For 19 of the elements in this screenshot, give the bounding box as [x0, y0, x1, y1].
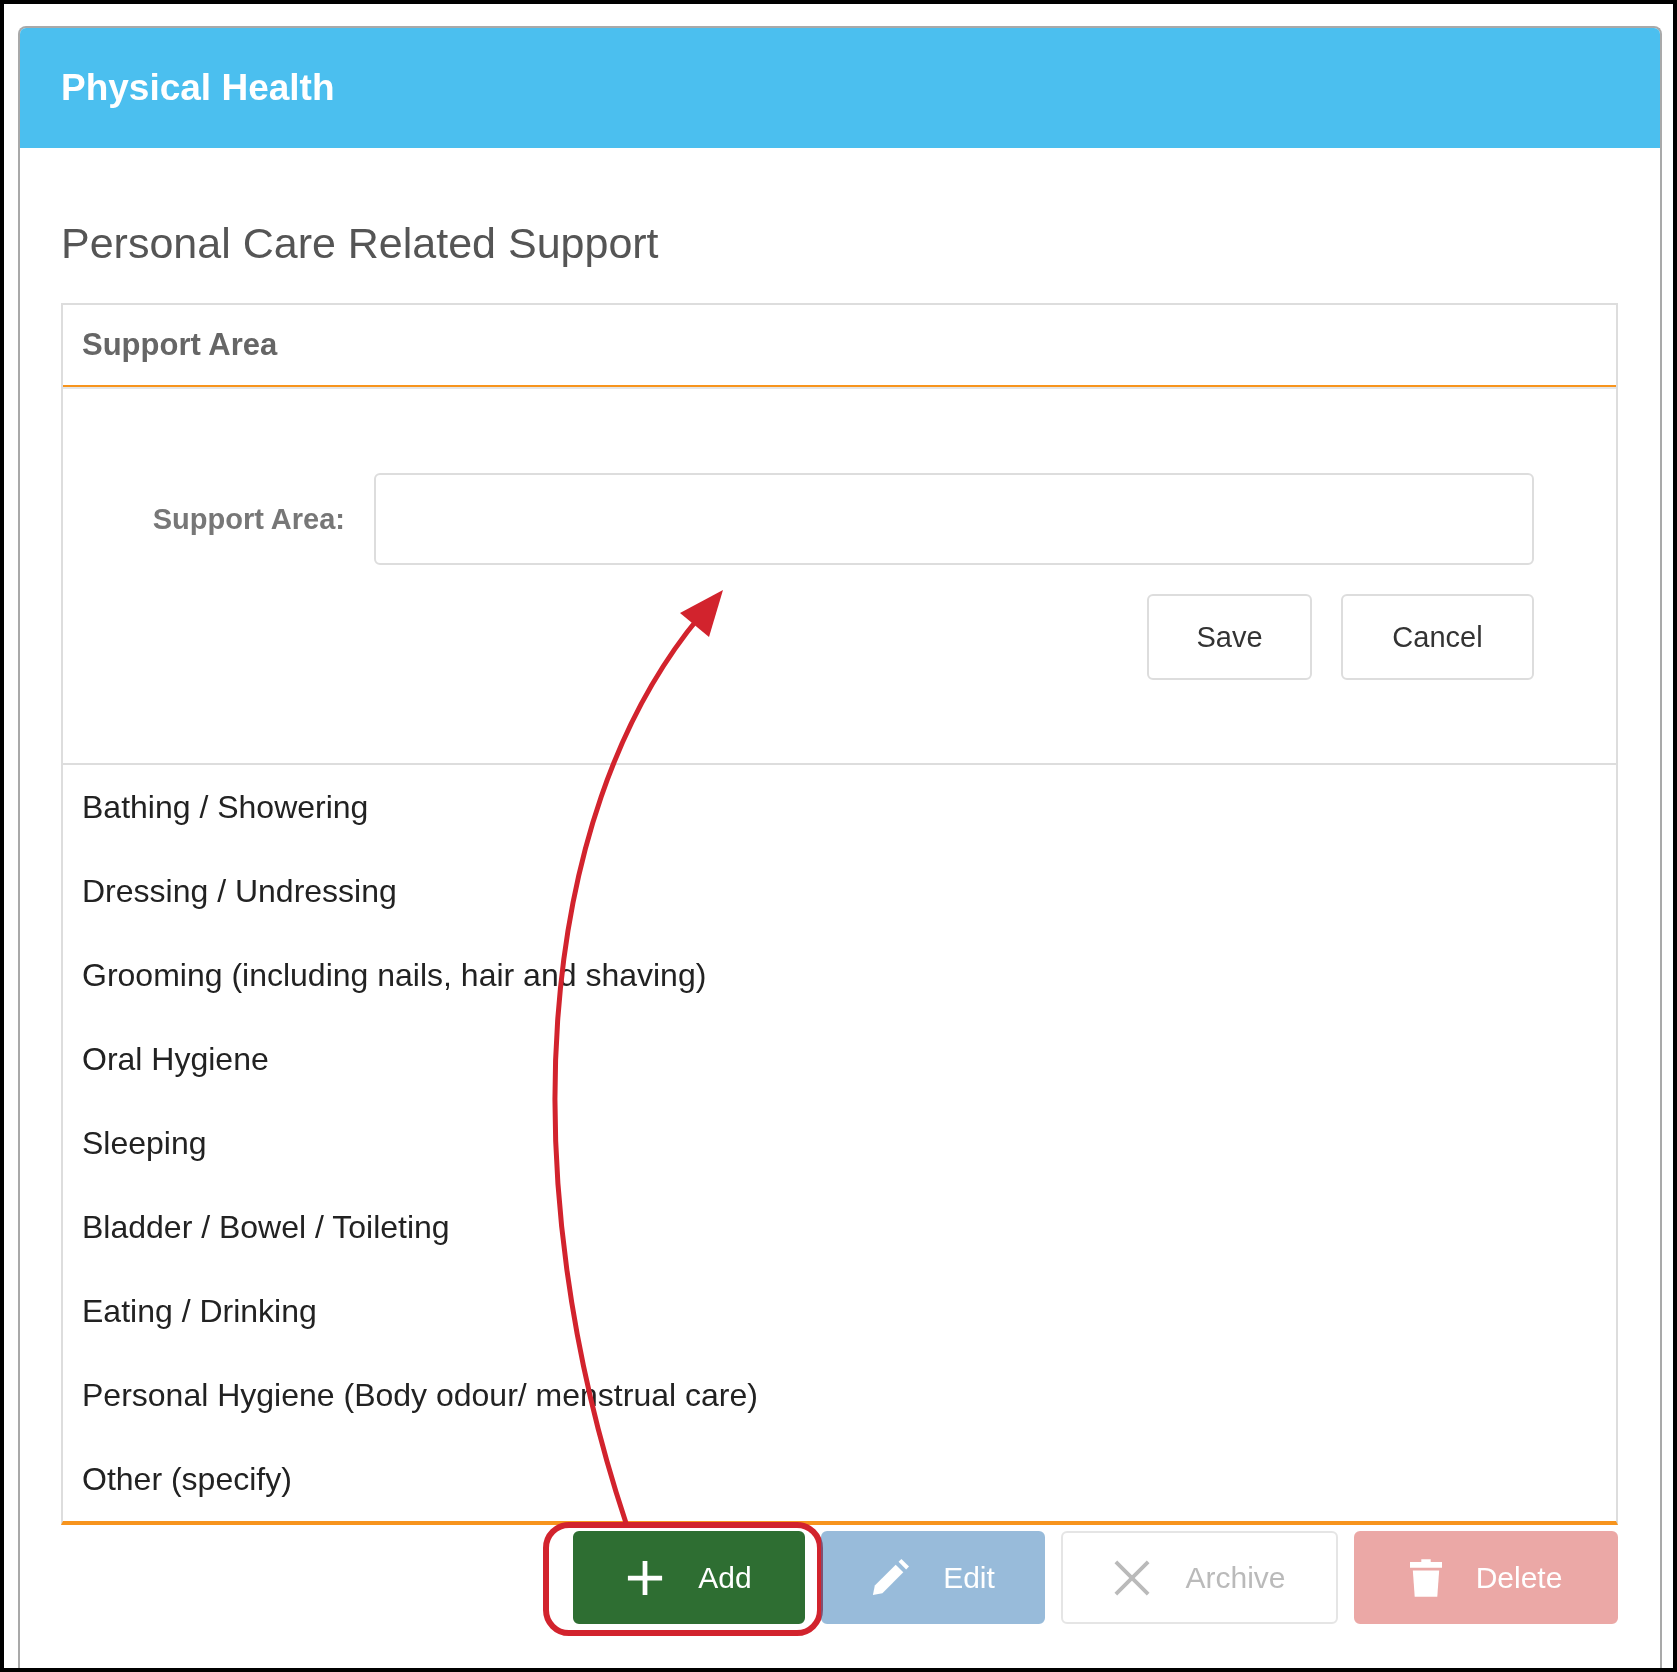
list-item[interactable]: Bladder / Bowel / Toileting	[82, 1208, 450, 1246]
list-item[interactable]: Other (specify)	[82, 1460, 292, 1498]
field-label: Support Area:	[152, 502, 345, 536]
cancel-button[interactable]: Cancel	[1341, 594, 1534, 680]
trash-icon	[1409, 1558, 1442, 1597]
add-button[interactable]: Add	[573, 1531, 805, 1624]
save-button[interactable]: Save	[1147, 594, 1312, 680]
list-item[interactable]: Sleeping	[82, 1124, 207, 1162]
list-item[interactable]: Bathing / Showering	[82, 788, 369, 826]
column-header: Support Area	[82, 327, 278, 363]
panel-title: Physical Health	[61, 67, 335, 109]
section-title: Personal Care Related Support	[61, 218, 659, 268]
list-item[interactable]: Eating / Drinking	[82, 1292, 317, 1330]
input-field[interactable]	[374, 473, 1534, 565]
list-item[interactable]: Dressing / Undressing	[82, 872, 397, 910]
pencil-icon	[871, 1558, 910, 1597]
close-icon	[1113, 1558, 1152, 1597]
list-item[interactable]: Oral Hygiene	[82, 1040, 269, 1078]
plus-icon	[626, 1558, 665, 1597]
